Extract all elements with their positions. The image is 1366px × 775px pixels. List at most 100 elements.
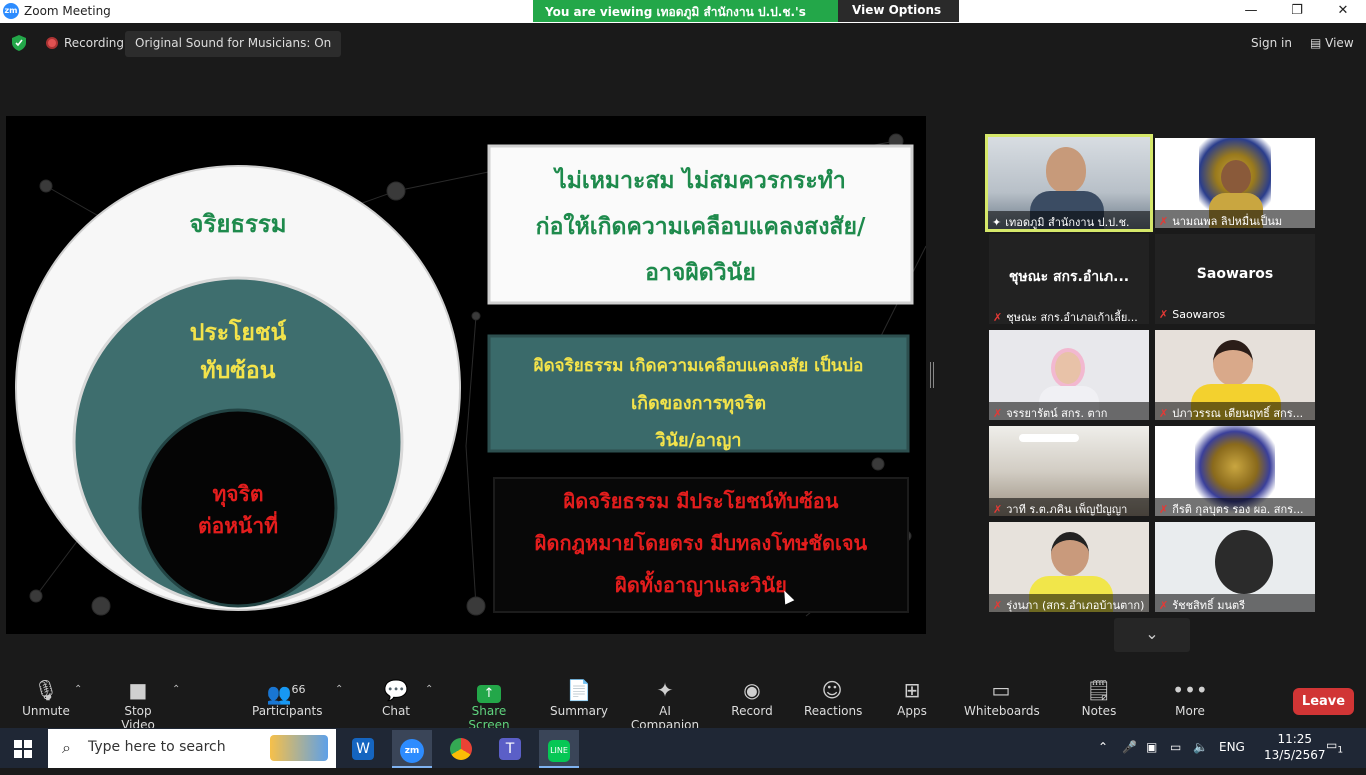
original-sound-toggle[interactable]: Original Sound for Musicians: On [125, 31, 342, 57]
label-ethics: จริยธรรม [189, 209, 287, 238]
search-placeholder: Type here to search [88, 739, 226, 755]
whiteboards-button[interactable]: ▭ Whiteboards [964, 676, 1040, 718]
network-tray-icon[interactable]: ▣ [1146, 740, 1157, 754]
windows-start-icon[interactable] [14, 740, 32, 758]
minimize-button[interactable]: — [1228, 0, 1274, 23]
taskbar-app-teams[interactable]: T [490, 730, 530, 768]
taskbar-app-chrome[interactable] [441, 730, 481, 768]
recording-indicator[interactable]: Recording [40, 31, 130, 55]
participant-tile[interactable]: ✗ กีรติ กุลบุตร รอง ผอ. สกร... [1155, 426, 1315, 516]
language-indicator[interactable]: ENG [1219, 740, 1245, 754]
participant-name: ✗ วาที ร.ต.ภคิน เพ็ญปัญญา [989, 498, 1149, 516]
view-button[interactable]: ▤ View [1310, 36, 1354, 50]
more-button[interactable]: ••• More [1170, 676, 1210, 718]
split-divider-handle[interactable] [930, 362, 934, 388]
microphone-tray-icon[interactable]: 🎤 [1122, 740, 1137, 754]
muted-mic-icon: ✗ [1159, 215, 1169, 228]
recording-label: Recording [64, 36, 125, 50]
emoji-add-icon: ☺ [821, 678, 843, 702]
chrome-icon [450, 738, 472, 760]
chevron-down-icon: ⌄ [1145, 624, 1159, 643]
participants-options-caret[interactable]: ⌃ [335, 684, 343, 695]
audio-options-caret[interactable]: ⌃ [74, 684, 82, 695]
view-options-button[interactable]: View Options ⌄ [838, 0, 959, 31]
taskbar-app-line[interactable]: LINE [539, 730, 579, 768]
label-corruption-line1: ทุจริต [212, 481, 264, 506]
security-shield-icon[interactable] [12, 35, 26, 51]
reactions-button[interactable]: ☺ Reactions [804, 676, 862, 718]
taskbar-app-zoom[interactable]: zm [392, 730, 432, 768]
taskbar-app-webex[interactable]: W [343, 730, 383, 768]
taskbar-search-box[interactable]: ⌕ Type here to search [48, 729, 336, 768]
label-corruption-line2: ต่อหน้าที่ [197, 513, 279, 538]
viewing-screen-label: You are viewing เทอดภูมิ สำนักงาน ป.ป.ช.… [533, 0, 838, 36]
muted-mic-icon: ✗ [993, 407, 1003, 420]
notes-icon: 🗒 [1086, 678, 1112, 702]
box-conflict-line3: วินัย/อาญา [655, 430, 742, 451]
participant-tile[interactable]: ✦ เทอดภูมิ สำนักงาน ป.ป.ช. [985, 134, 1153, 232]
taskbar-clock[interactable]: 11:25 13/5/2567 [1264, 731, 1326, 763]
sparkle-icon: ✦ [656, 678, 674, 702]
participants-label: Participants [252, 704, 323, 718]
participant-name: ✗ ชุษณะ สกร.อำเภอเก้าเลี้ย... [993, 311, 1138, 324]
battery-tray-icon[interactable]: ▭ [1170, 740, 1181, 754]
volume-tray-icon[interactable]: 🔈 [1193, 740, 1208, 754]
ai-companion-button[interactable]: ✦ AI Companion [624, 676, 706, 732]
chat-label: Chat [381, 704, 411, 718]
participant-tile[interactable]: ชุษณะ สกร.อำเภ... ✗ ชุษณะ สกร.อำเภอเก้าเล… [989, 234, 1149, 324]
muted-mic-icon: ✗ [993, 503, 1003, 516]
gallery-scroll-down-button[interactable]: ⌄ [1114, 618, 1190, 652]
notes-button[interactable]: 🗒 Notes [1080, 676, 1118, 718]
unmute-button[interactable]: 🎙 Unmute [20, 676, 72, 718]
notification-center-icon[interactable]: ▭1 [1326, 738, 1343, 755]
apps-button[interactable]: ⊞ Apps [893, 676, 931, 718]
leave-button[interactable]: Leave [1293, 688, 1354, 715]
participant-tile[interactable]: ✗ วาที ร.ต.ภคิน เพ็ญปัญญา [989, 426, 1149, 516]
participant-tile[interactable]: ✗ รัชชสิทธิ์ มนตรี [1155, 522, 1315, 612]
box-corruption-line1: ผิดจริยธรรม มีประโยชน์ทับซ้อน [563, 489, 839, 513]
share-screen-icon: ↑ [452, 676, 526, 704]
label-corruption: ทุจริต ต่อหน้าที่ [148, 478, 328, 542]
share-screen-button[interactable]: ↑ Share Screen [452, 676, 526, 732]
chat-button[interactable]: 💬 Chat [376, 676, 416, 718]
search-icon: ⌕ [62, 738, 71, 757]
video-options-caret[interactable]: ⌃ [172, 684, 180, 695]
stop-video-button[interactable]: ■ Stop Video [106, 676, 170, 732]
participant-name: ✗ กีรติ กุลบุตร รอง ผอ. สกร... [1155, 498, 1315, 516]
webex-icon: W [352, 738, 374, 760]
participant-display-name: Saowaros [1196, 266, 1274, 282]
line-icon: LINE [548, 740, 570, 762]
clock-date: 13/5/2567 [1264, 748, 1326, 762]
apps-label: Apps [897, 704, 927, 718]
record-icon: ◉ [743, 678, 761, 702]
window-titlebar: zm Zoom Meeting You are viewing เทอดภูมิ… [0, 0, 1366, 36]
whiteboards-label: Whiteboards [964, 704, 1040, 718]
participant-avatar [1215, 530, 1273, 594]
show-hidden-icons[interactable]: ⌃ [1098, 740, 1108, 754]
zoom-app-icon: zm [400, 739, 424, 763]
participant-tile[interactable]: ✗ นามณพล ลิปหมื่นเป็นม [1155, 138, 1315, 228]
participant-name: ✗ รุ่งนภา (สกร.อำเภอบ้านตาก) [989, 594, 1149, 612]
video-camera-icon: ■ [128, 678, 148, 702]
participant-display-name: ชุษณะ สกร.อำเภ... [1008, 269, 1130, 285]
recording-dot-icon [46, 37, 58, 49]
search-highlight-icon [270, 735, 328, 761]
participant-tile[interactable]: Saowaros ✗ Saowaros [1155, 234, 1315, 324]
participant-avatar [1221, 160, 1251, 194]
close-button[interactable]: ✕ [1320, 0, 1366, 23]
view-options-label: View Options [852, 3, 942, 17]
participants-button[interactable]: 👥66 Participants [252, 676, 323, 718]
participant-tile[interactable]: ✗ จรรยารัตน์ สกร. ตาก [989, 330, 1149, 420]
sign-in-button[interactable]: Sign in [1251, 36, 1292, 50]
summary-button[interactable]: 📄 Summary [550, 676, 608, 718]
teams-icon: T [499, 738, 521, 760]
participant-tile[interactable]: ✗ ปภาวรรณ เตียนฤทธิ์ สกร... [1155, 330, 1315, 420]
participant-tile[interactable]: ✗ รุ่งนภา (สกร.อำเภอบ้านตาก) [989, 522, 1149, 612]
box-conflict-text: ผิดจริยธรรม เกิดความเคลือบแคลงสัย เป็นบ่… [493, 348, 904, 459]
whiteboard-icon: ▭ [991, 678, 1011, 702]
chat-options-caret[interactable]: ⌃ [425, 684, 433, 695]
record-button[interactable]: ◉ Record [729, 676, 775, 718]
box-corruption-line3: ผิดทั้งอาญาและวินัย [615, 573, 787, 597]
restore-button[interactable]: ❐ [1274, 0, 1320, 23]
notification-count: 1 [1337, 745, 1344, 756]
